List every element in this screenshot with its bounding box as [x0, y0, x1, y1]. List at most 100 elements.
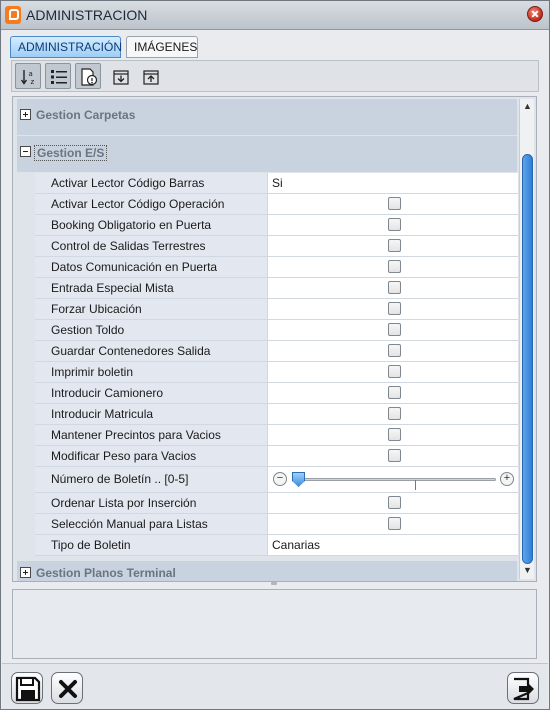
collapse-toggle-icon[interactable] — [20, 146, 31, 157]
slider-track[interactable] — [292, 478, 496, 490]
property-row[interactable]: Guardar Contenedores Salida — [17, 341, 518, 362]
scrollbar-thumb[interactable] — [522, 154, 533, 564]
property-value-cell[interactable] — [267, 362, 518, 383]
property-row[interactable]: Selección Manual para Listas — [17, 514, 518, 535]
save-button[interactable] — [11, 672, 43, 704]
property-row[interactable]: Introducir Camionero — [17, 383, 518, 404]
property-row[interactable]: Ordenar Lista por Inserción — [17, 493, 518, 514]
property-name: Número de Boletín .. [0-5] — [35, 467, 267, 493]
expand-toggle-icon[interactable] — [20, 567, 31, 578]
property-checkbox[interactable] — [388, 365, 401, 378]
property-value[interactable]: Si — [267, 173, 518, 194]
title-bar[interactable]: ADMINISTRACION — [1, 1, 549, 30]
categorized-view-button[interactable] — [45, 63, 71, 89]
admin-window: ADMINISTRACION ADMINISTRACIÓN IMÁGENES a… — [0, 0, 550, 710]
property-value-cell[interactable] — [267, 257, 518, 278]
property-value-cell[interactable] — [267, 446, 518, 467]
property-row[interactable]: Entrada Especial Mista — [17, 278, 518, 299]
property-row[interactable]: Activar Lector Código Operación — [17, 194, 518, 215]
property-checkbox[interactable] — [388, 239, 401, 252]
collapse-all-button[interactable] — [107, 63, 133, 89]
property-checkbox[interactable] — [388, 386, 401, 399]
property-checkbox[interactable] — [388, 517, 401, 530]
property-value-cell[interactable] — [267, 404, 518, 425]
property-value-cell[interactable] — [267, 236, 518, 257]
expand-all-button[interactable] — [137, 63, 163, 89]
property-checkbox[interactable] — [388, 323, 401, 336]
property-pages-button[interactable] — [75, 63, 101, 89]
property-checkbox[interactable] — [388, 260, 401, 273]
property-value-cell[interactable] — [267, 194, 518, 215]
property-value-cell[interactable] — [267, 320, 518, 341]
svg-text:z: z — [31, 78, 35, 86]
property-name: Guardar Contenedores Salida — [35, 341, 267, 362]
property-name: Datos Comunicación en Puerta — [35, 257, 267, 278]
boletin-number-slider[interactable]: − + — [270, 472, 517, 490]
property-value[interactable]: Canarias — [267, 535, 518, 556]
scroll-down-arrow-icon[interactable]: ▼ — [522, 565, 533, 576]
tab-imagenes[interactable]: IMÁGENES — [126, 36, 198, 58]
tab-administracion[interactable]: ADMINISTRACIÓN — [10, 36, 122, 58]
slider-increment-button[interactable]: + — [500, 472, 514, 486]
property-row[interactable]: Control de Salidas Terrestres — [17, 236, 518, 257]
property-checkbox[interactable] — [388, 344, 401, 357]
property-row[interactable]: Imprimir boletin — [17, 362, 518, 383]
category-gestion-planos-terminal[interactable]: Gestion Planos Terminal — [17, 561, 517, 581]
cancel-button[interactable] — [51, 672, 83, 704]
property-row[interactable]: Gestion Toldo — [17, 320, 518, 341]
property-value-cell[interactable] — [267, 493, 518, 514]
property-checkbox[interactable] — [388, 428, 401, 441]
property-name: Introducir Matricula — [35, 404, 267, 425]
property-row[interactable]: Número de Boletín .. [0-5] − + — [17, 467, 518, 493]
scroll-up-arrow-icon[interactable]: ▲ — [522, 101, 533, 112]
property-name: Modificar Peso para Vacios — [35, 446, 267, 467]
property-row[interactable]: Activar Lector Código Barras Si — [17, 173, 518, 194]
property-slider-cell[interactable]: − + — [267, 467, 518, 493]
property-rows: Activar Lector Código Barras Si Activar Le… — [17, 173, 518, 556]
property-row[interactable]: Modificar Peso para Vacios — [17, 446, 518, 467]
property-grid-toolbar: a z — [11, 60, 539, 92]
property-checkbox[interactable] — [388, 281, 401, 294]
property-name: Ordenar Lista por Inserción — [35, 493, 267, 514]
close-window-button[interactable] — [527, 6, 543, 22]
sort-alphabetical-icon: a z — [20, 70, 35, 86]
property-name: Booking Obligatorio en Puerta — [35, 215, 267, 236]
property-checkbox[interactable] — [388, 496, 401, 509]
window-title: ADMINISTRACION — [26, 7, 148, 23]
property-row[interactable]: Datos Comunicación en Puerta — [17, 257, 518, 278]
cancel-x-icon — [59, 680, 77, 698]
splitter-grip[interactable] — [271, 582, 277, 585]
category-label: Gestion Planos Terminal — [36, 566, 176, 580]
slider-thumb[interactable] — [292, 472, 305, 487]
property-name: Activar Lector Código Barras — [35, 173, 267, 194]
slider-decrement-button[interactable]: − — [273, 472, 287, 486]
property-row[interactable]: Tipo de Boletin Canarias — [17, 535, 518, 556]
property-value-cell[interactable] — [267, 215, 518, 236]
sort-alphabetical-button[interactable]: a z — [15, 63, 41, 89]
exit-icon — [513, 677, 534, 701]
property-checkbox[interactable] — [388, 197, 401, 210]
property-value-cell[interactable] — [267, 299, 518, 320]
property-value-cell[interactable] — [267, 341, 518, 362]
property-row[interactable]: Introducir Matricula — [17, 404, 518, 425]
category-gestion-carpetas[interactable]: Gestion Carpetas — [17, 99, 517, 135]
property-checkbox[interactable] — [388, 449, 401, 462]
slider-tick — [415, 480, 416, 490]
property-checkbox[interactable] — [388, 407, 401, 420]
category-gestion-es[interactable]: Gestion E/S — [17, 136, 517, 172]
property-row[interactable]: Booking Obligatorio en Puerta — [17, 215, 518, 236]
property-value-cell[interactable] — [267, 425, 518, 446]
vertical-scrollbar[interactable]: ▲ ▼ — [519, 99, 534, 579]
property-checkbox[interactable] — [388, 218, 401, 231]
property-value-cell[interactable] — [267, 278, 518, 299]
property-pages-icon — [81, 68, 98, 86]
exit-button[interactable] — [507, 672, 539, 704]
property-checkbox[interactable] — [388, 302, 401, 315]
property-value-cell[interactable] — [267, 383, 518, 404]
property-row[interactable]: Mantener Precintos para Vacios — [17, 425, 518, 446]
property-value-cell[interactable] — [267, 514, 518, 535]
save-icon — [15, 676, 41, 702]
expand-toggle-icon[interactable] — [20, 109, 31, 120]
property-name: Selección Manual para Listas — [35, 514, 267, 535]
property-row[interactable]: Forzar Ubicación — [17, 299, 518, 320]
